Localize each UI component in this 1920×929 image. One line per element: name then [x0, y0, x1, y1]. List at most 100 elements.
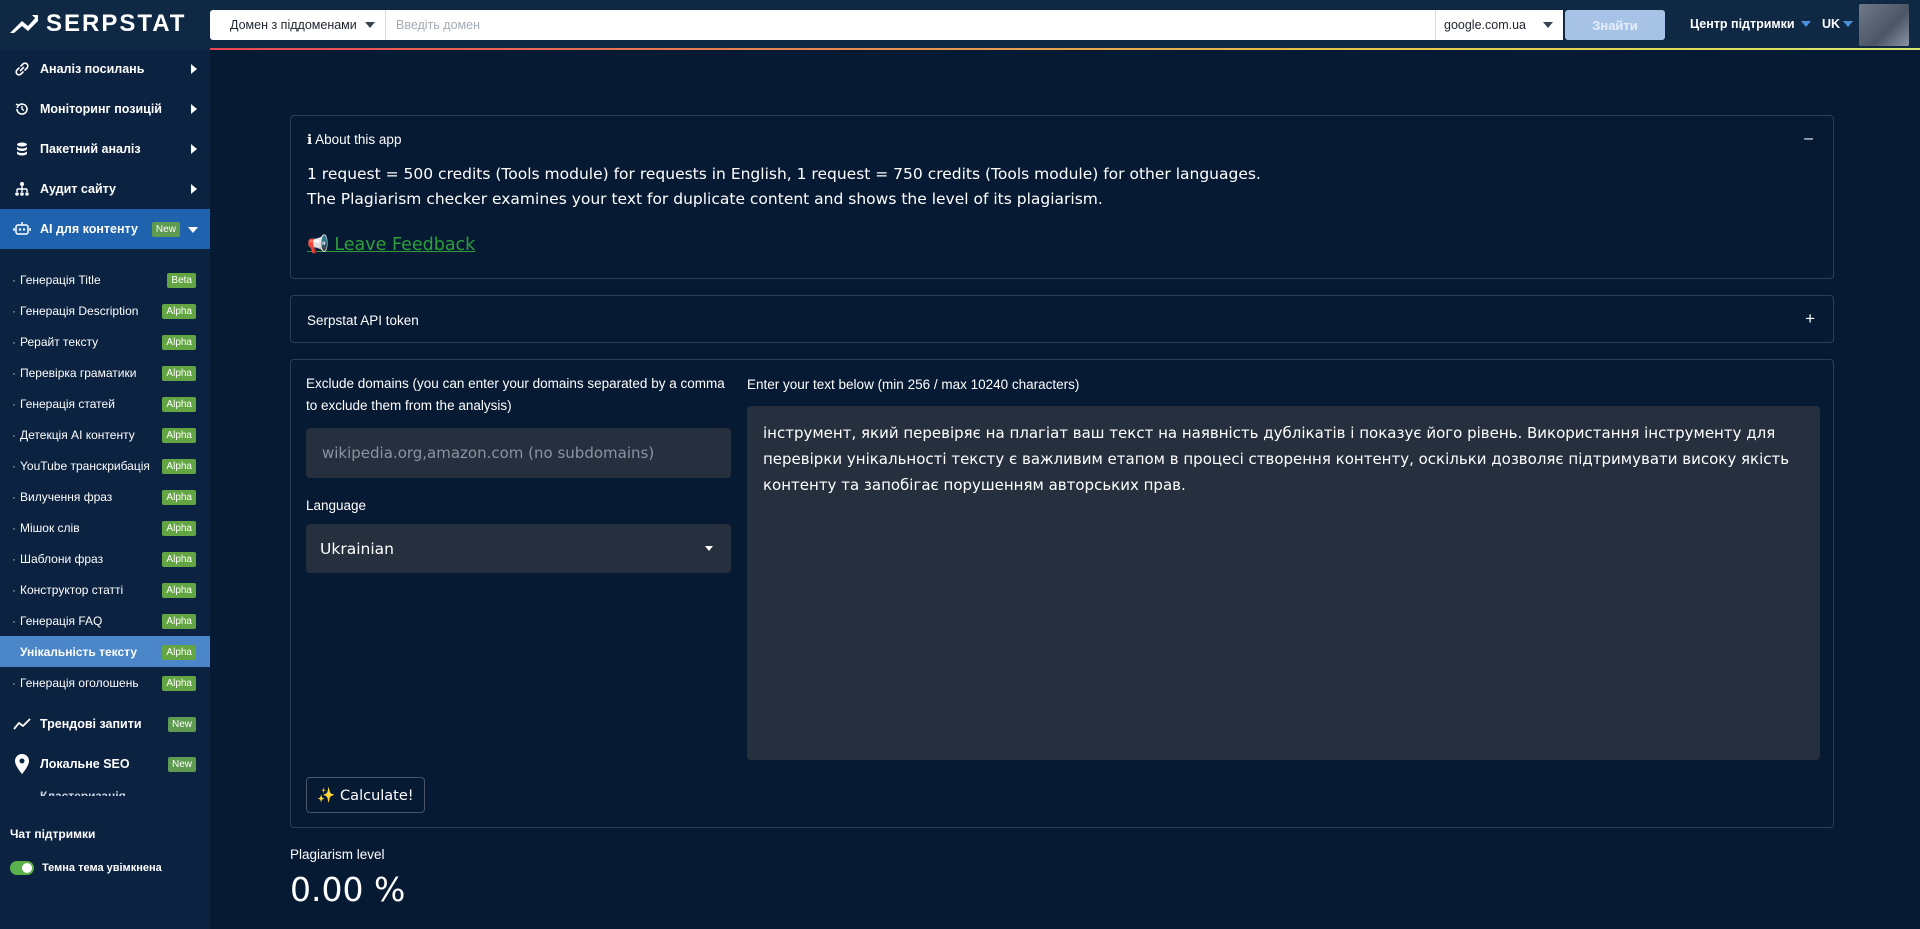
about-description-text: The Plagiarism checker examines your tex… [307, 190, 1103, 208]
submenu-item-faq-generation[interactable]: · Генерація FAQ Alpha [0, 605, 210, 636]
submenu-item-label: Шаблони фраз [20, 551, 104, 566]
chevron-right-icon [191, 64, 197, 74]
plagiarism-level-value: 0.00 % [290, 870, 406, 909]
domain-mode-value: Домен з піддоменами [230, 18, 357, 32]
sidebar: Аналіз посилань Моніторинг позицій Пакет… [0, 49, 210, 929]
text-input[interactable]: інструмент, який перевіряє на плагіат ва… [747, 406, 1820, 760]
alpha-badge: Alpha [162, 583, 196, 598]
trend-icon [12, 714, 32, 734]
sidebar-item-ai-content[interactable]: AI для контенту New [0, 209, 210, 249]
submenu-item-grammar-check[interactable]: · Перевірка граматики Alpha [0, 357, 210, 388]
sidebar-item-rank-tracking[interactable]: Моніторинг позицій [0, 89, 210, 129]
sidebar-item-label: Пакетний аналіз [40, 142, 141, 156]
sidebar-item-clustering[interactable]: Кластеризація [40, 790, 126, 796]
sidebar-item-trending-queries[interactable]: Трендові запити New [0, 704, 210, 744]
sidebar-item-label: Моніторинг позицій [40, 102, 162, 116]
bullet-icon: · [12, 303, 16, 318]
bullet-icon: · [12, 489, 16, 504]
bullet-icon: · [12, 675, 16, 690]
alpha-badge: Alpha [162, 335, 196, 350]
calculate-button[interactable]: ✨ Calculate! [306, 777, 425, 813]
chevron-down-icon [188, 227, 198, 233]
api-token-panel[interactable]: Serpstat API token + [290, 295, 1834, 343]
chevron-right-icon [191, 144, 197, 154]
submenu-item-ad-generation[interactable]: · Генерація оголошень Alpha [0, 667, 210, 698]
exclude-domains-input[interactable] [306, 428, 731, 478]
dark-theme-toggle-row[interactable]: Темна тема увімкнена [10, 861, 162, 875]
submenu-item-label: Генерація Description [20, 303, 139, 318]
alpha-badge: Alpha [162, 459, 196, 474]
bullet-icon: · [12, 334, 16, 349]
bullet-icon: · [12, 272, 16, 287]
submenu-item-label: Унікальність тексту [20, 644, 138, 659]
history-icon [12, 99, 32, 119]
plus-icon[interactable]: + [1805, 309, 1815, 329]
api-token-title: Serpstat API token [307, 313, 419, 328]
bullet-icon: · [12, 551, 16, 566]
submenu-item-label: Генерація Title [20, 272, 101, 287]
sidebar-item-local-seo[interactable]: Локальне SEO New [0, 744, 210, 784]
leave-feedback-link[interactable]: 📢 Leave Feedback [307, 235, 475, 255]
language-label: Language [306, 498, 367, 513]
domain-mode-select[interactable]: Домен з піддоменами [210, 10, 386, 40]
sidebar-item-link-analysis[interactable]: Аналіз посилань [0, 49, 210, 89]
sidebar-item-label: Трендові запити [40, 717, 142, 731]
submenu-item-label: Мішок слів [20, 520, 80, 535]
submenu-item-article-builder[interactable]: · Конструктор статті Alpha [0, 574, 210, 605]
new-badge: New [167, 717, 196, 732]
chevron-down-icon [365, 22, 375, 28]
support-center-menu[interactable]: Центр підтримки [1690, 17, 1811, 31]
robot-icon [12, 219, 32, 239]
alpha-badge: Alpha [162, 428, 196, 443]
sidebar-item-site-audit[interactable]: Аудит сайту [0, 169, 210, 209]
submenu-item-youtube-transcription[interactable]: · YouTube транскрибація Alpha [0, 450, 210, 481]
new-badge: New [151, 221, 180, 237]
plagiarism-form-panel: Exclude domains (you can enter your doma… [290, 359, 1834, 828]
bullet-icon: · [12, 427, 16, 442]
sidebar-item-batch-analysis[interactable]: Пакетний аналіз [0, 129, 210, 169]
submenu-item-label: Генерація оголошень [20, 675, 139, 690]
logo-icon [10, 15, 38, 33]
search-engine-value: google.com.ua [1444, 18, 1527, 32]
submenu-item-title-generation[interactable]: · Генерація Title Beta [0, 264, 210, 295]
about-app-title[interactable]: ℹ About this app [307, 132, 401, 148]
alpha-badge: Alpha [162, 676, 196, 691]
submenu-item-text-uniqueness[interactable]: Унікальність тексту Alpha [0, 636, 210, 667]
alpha-badge: Alpha [162, 397, 196, 412]
chevron-down-icon [1800, 21, 1811, 27]
serpstat-logo[interactable]: SERPSTAT [10, 10, 186, 38]
dark-theme-toggle[interactable] [10, 861, 34, 875]
support-center-label: Центр підтримки [1690, 17, 1795, 31]
language-select[interactable]: Ukrainian [306, 524, 731, 573]
search-engine-select[interactable]: google.com.ua [1435, 10, 1563, 40]
exclude-domains-label: Exclude domains (you can enter your doma… [306, 376, 725, 413]
submenu-item-article-generation[interactable]: · Генерація статей Alpha [0, 388, 210, 419]
avatar[interactable] [1859, 4, 1909, 46]
submenu-item-ai-detection[interactable]: · Детекція AI контенту Alpha [0, 419, 210, 450]
submenu-item-label: Конструктор статті [20, 582, 124, 597]
submenu-item-label: YouTube транскрибація [20, 458, 150, 473]
submenu-item-phrase-extraction[interactable]: · Вилучення фраз Alpha [0, 481, 210, 512]
submenu-item-description-generation[interactable]: · Генерація Description Alpha [0, 295, 210, 326]
database-icon [12, 139, 32, 159]
plagiarism-level-label: Plagiarism level [290, 847, 385, 862]
submenu-item-label: Рерайт тексту [20, 334, 99, 349]
alpha-badge: Alpha [162, 645, 196, 660]
submenu-item-label: Перевірка граматики [20, 365, 137, 380]
bullet-icon: · [12, 520, 16, 535]
chevron-right-icon [191, 184, 197, 194]
chevron-down-icon [705, 546, 713, 551]
submenu-item-bag-of-words[interactable]: · Мішок слів Alpha [0, 512, 210, 543]
alpha-badge: Alpha [162, 490, 196, 505]
language-switcher[interactable]: UK [1822, 17, 1854, 31]
minus-icon[interactable]: – [1804, 130, 1813, 148]
submenu-item-text-rewrite[interactable]: · Рерайт тексту Alpha [0, 326, 210, 357]
find-button[interactable]: Знайти [1565, 10, 1665, 40]
submenu-item-phrase-templates[interactable]: · Шаблони фраз Alpha [0, 543, 210, 574]
bullet-icon: · [12, 582, 16, 597]
submenu-item-label: Генерація FAQ [20, 613, 103, 628]
domain-input[interactable] [386, 10, 1435, 40]
support-chat-link[interactable]: Чат підтримки [10, 827, 95, 841]
new-badge: New [167, 757, 196, 772]
text-input-label: Enter your text below (min 256 / max 102… [747, 377, 1080, 392]
